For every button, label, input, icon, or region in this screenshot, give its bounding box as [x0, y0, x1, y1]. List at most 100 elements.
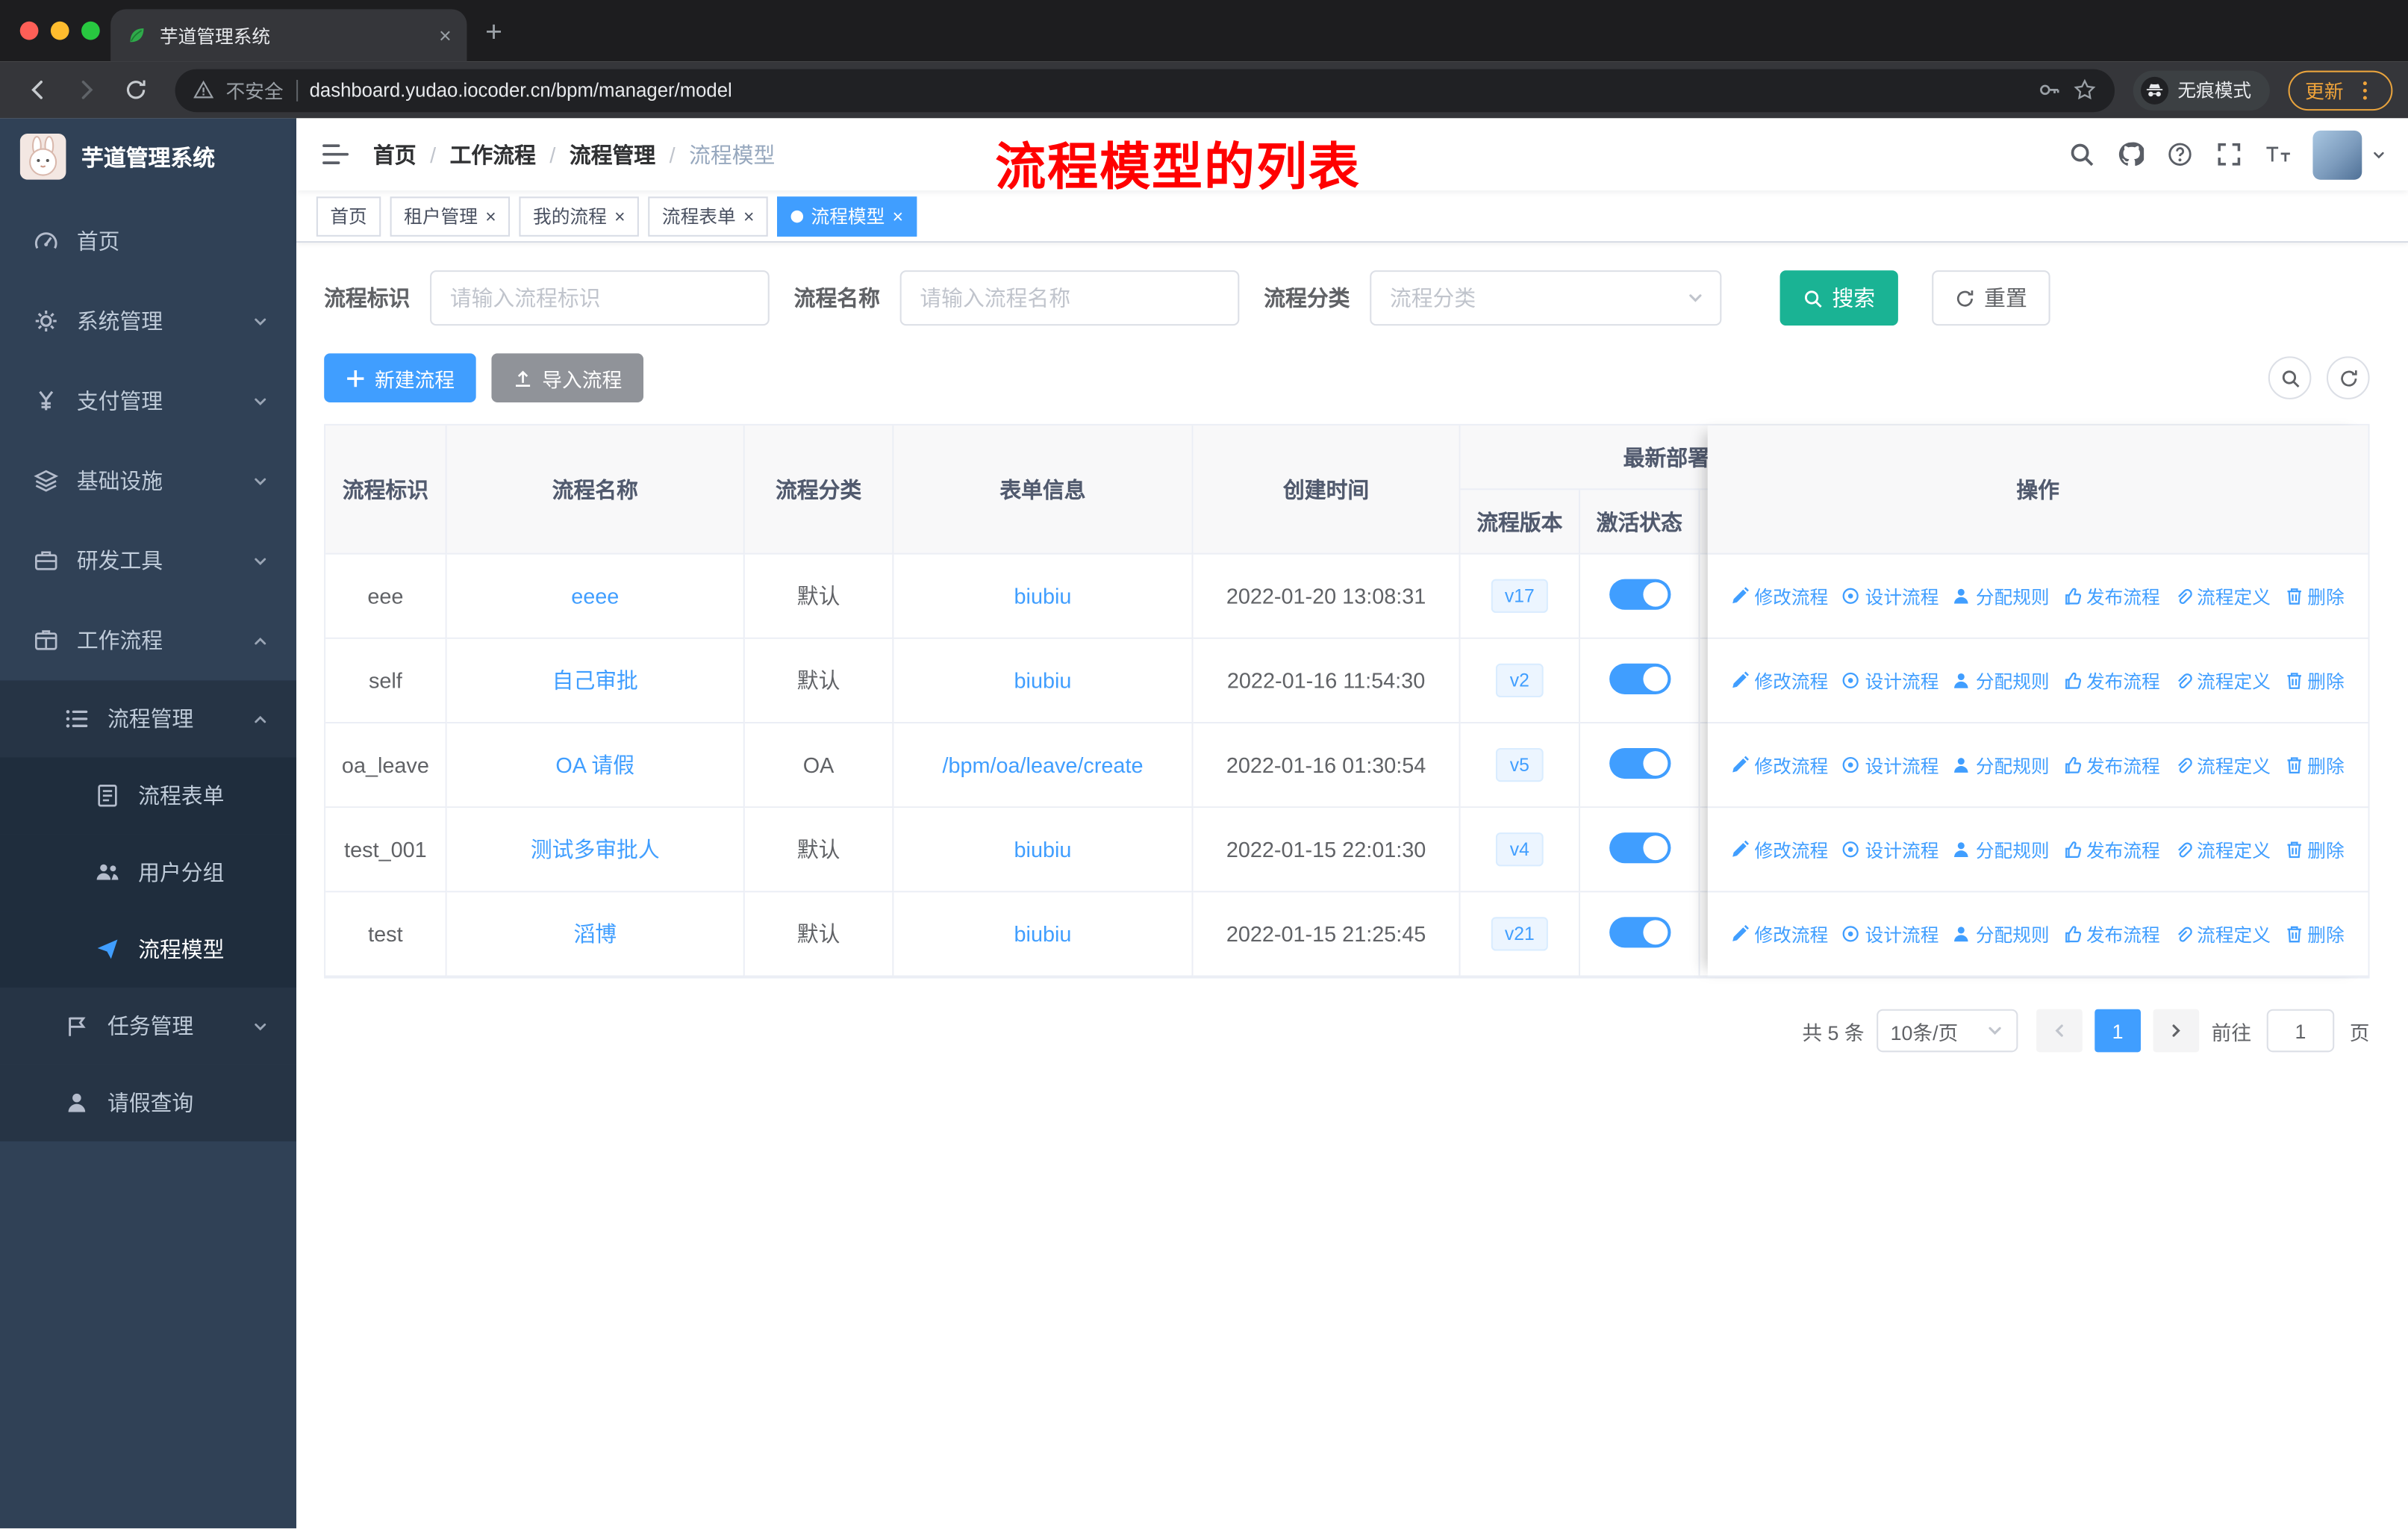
- op-edit-link[interactable]: 修改流程: [1732, 667, 1828, 694]
- op-edit-link[interactable]: 修改流程: [1732, 752, 1828, 778]
- op-assign-link[interactable]: 分配规则: [1953, 583, 2050, 609]
- toggle-search-button[interactable]: [2268, 356, 2312, 399]
- op-definition-link[interactable]: 流程定义: [2174, 583, 2271, 609]
- sidebar-item-workflow[interactable]: 工作流程: [0, 600, 296, 680]
- sidebar-item-briefcase[interactable]: 研发工具: [0, 520, 296, 600]
- sidebar-item-users[interactable]: 用户分组: [0, 834, 297, 912]
- op-delete-link[interactable]: 删除: [2284, 667, 2345, 694]
- sidebar-item-yen[interactable]: 支付管理: [0, 361, 296, 440]
- password-key-icon[interactable]: [2038, 78, 2061, 102]
- form-link[interactable]: biubiu: [1014, 921, 1072, 946]
- op-assign-link[interactable]: 分配规则: [1953, 667, 2050, 694]
- font-size-icon[interactable]: [2265, 141, 2292, 167]
- active-toggle[interactable]: [1609, 832, 1671, 863]
- hamburger-icon[interactable]: [296, 141, 373, 167]
- op-design-link[interactable]: 设计流程: [1842, 583, 1938, 609]
- op-delete-link[interactable]: 删除: [2284, 583, 2345, 609]
- sidebar-item-send[interactable]: 流程模型: [0, 911, 297, 988]
- active-toggle[interactable]: [1609, 662, 1671, 694]
- user-menu[interactable]: [2312, 129, 2386, 179]
- version-badge[interactable]: v2: [1496, 662, 1544, 698]
- tag-close-icon[interactable]: ×: [743, 205, 754, 227]
- op-assign-link[interactable]: 分配规则: [1953, 921, 2050, 947]
- reload-button[interactable]: [113, 69, 157, 112]
- version-badge[interactable]: v21: [1491, 916, 1549, 952]
- form-link[interactable]: biubiu: [1014, 837, 1072, 862]
- op-definition-link[interactable]: 流程定义: [2174, 667, 2271, 694]
- op-edit-link[interactable]: 修改流程: [1732, 583, 1828, 609]
- reset-button[interactable]: 重置: [1932, 270, 2050, 326]
- op-design-link[interactable]: 设计流程: [1842, 836, 1938, 862]
- op-delete-link[interactable]: 删除: [2284, 836, 2345, 862]
- process-name-link[interactable]: 自己审批: [552, 668, 638, 693]
- search-button[interactable]: 搜索: [1780, 270, 1898, 326]
- op-publish-link[interactable]: 发布流程: [2063, 752, 2160, 778]
- op-design-link[interactable]: 设计流程: [1842, 752, 1938, 778]
- create-process-button[interactable]: 新建流程: [324, 353, 476, 403]
- sidebar-item-form[interactable]: 流程表单: [0, 757, 297, 835]
- op-assign-link[interactable]: 分配规则: [1953, 752, 2050, 778]
- op-publish-link[interactable]: 发布流程: [2063, 921, 2160, 947]
- page-size-select[interactable]: 10条/页: [1877, 1009, 2018, 1053]
- tag-item[interactable]: 我的流程 ×: [519, 196, 640, 236]
- breadcrumb-item[interactable]: 工作流程: [450, 139, 536, 169]
- sidebar-item-user[interactable]: 请假查询: [0, 1064, 297, 1142]
- op-assign-link[interactable]: 分配规则: [1953, 836, 2050, 862]
- fullscreen-icon[interactable]: [2216, 141, 2242, 167]
- op-definition-link[interactable]: 流程定义: [2174, 921, 2271, 947]
- form-link[interactable]: /bpm/oa/leave/create: [942, 753, 1143, 777]
- op-publish-link[interactable]: 发布流程: [2063, 836, 2160, 862]
- next-page-button[interactable]: [2153, 1009, 2200, 1053]
- op-design-link[interactable]: 设计流程: [1842, 667, 1938, 694]
- sidebar-item-dashboard[interactable]: 首页: [0, 202, 296, 281]
- sidebar-item-layers[interactable]: 基础设施: [0, 440, 296, 520]
- tag-item[interactable]: 租户管理 ×: [390, 196, 511, 236]
- active-toggle[interactable]: [1609, 578, 1671, 609]
- bookmark-star-icon[interactable]: [2073, 78, 2096, 102]
- process-name-link[interactable]: 测试多审批人: [531, 837, 660, 862]
- github-icon[interactable]: [2118, 141, 2145, 167]
- sidebar-item-tag[interactable]: 任务管理: [0, 987, 297, 1065]
- help-icon[interactable]: [2167, 141, 2193, 167]
- prev-page-button[interactable]: [2036, 1009, 2083, 1053]
- page-1-button[interactable]: 1: [2094, 1009, 2141, 1053]
- breadcrumb-item[interactable]: 首页: [373, 139, 417, 169]
- op-edit-link[interactable]: 修改流程: [1732, 921, 1828, 947]
- menu-dots-icon[interactable]: [2354, 79, 2376, 101]
- op-delete-link[interactable]: 删除: [2284, 921, 2345, 947]
- tab-close-icon[interactable]: ×: [439, 23, 452, 48]
- sidebar-item-list[interactable]: 流程管理: [0, 680, 297, 758]
- version-badge[interactable]: v5: [1496, 747, 1544, 783]
- op-definition-link[interactable]: 流程定义: [2174, 836, 2271, 862]
- op-publish-link[interactable]: 发布流程: [2063, 667, 2160, 694]
- back-button[interactable]: [16, 69, 59, 112]
- address-bar[interactable]: 不安全 dashboard.yudao.iocoder.cn/bpm/manag…: [175, 68, 2115, 112]
- process-name-link[interactable]: eeee: [571, 584, 619, 608]
- tag-close-icon[interactable]: ×: [893, 205, 903, 227]
- import-process-button[interactable]: 导入流程: [491, 353, 644, 403]
- tag-item[interactable]: 流程表单 ×: [648, 196, 768, 236]
- refresh-table-button[interactable]: [2326, 356, 2370, 399]
- tag-active[interactable]: 流程模型 ×: [777, 196, 917, 236]
- active-toggle[interactable]: [1609, 916, 1671, 947]
- process-name-link[interactable]: 滔博: [573, 921, 617, 946]
- process-name-input[interactable]: [899, 270, 1240, 326]
- process-key-input[interactable]: [430, 270, 770, 326]
- window-zoom-button[interactable]: [81, 21, 100, 40]
- op-edit-link[interactable]: 修改流程: [1732, 836, 1828, 862]
- tag-item[interactable]: 首页: [316, 196, 381, 236]
- breadcrumb-item[interactable]: 流程管理: [570, 139, 655, 169]
- update-button[interactable]: 更新: [2288, 69, 2393, 110]
- tag-close-icon[interactable]: ×: [614, 205, 625, 227]
- op-delete-link[interactable]: 删除: [2284, 752, 2345, 778]
- process-name-link[interactable]: OA 请假: [555, 753, 634, 777]
- forward-button[interactable]: [64, 69, 107, 112]
- op-design-link[interactable]: 设计流程: [1842, 921, 1938, 947]
- form-link[interactable]: biubiu: [1014, 668, 1072, 693]
- category-select[interactable]: 流程分类: [1370, 270, 1722, 326]
- version-badge[interactable]: v17: [1491, 578, 1549, 614]
- app-logo[interactable]: 芋道管理系统: [0, 118, 296, 195]
- search-icon[interactable]: [2068, 141, 2094, 167]
- goto-page-input[interactable]: [2266, 1009, 2335, 1053]
- new-tab-button[interactable]: +: [485, 17, 502, 51]
